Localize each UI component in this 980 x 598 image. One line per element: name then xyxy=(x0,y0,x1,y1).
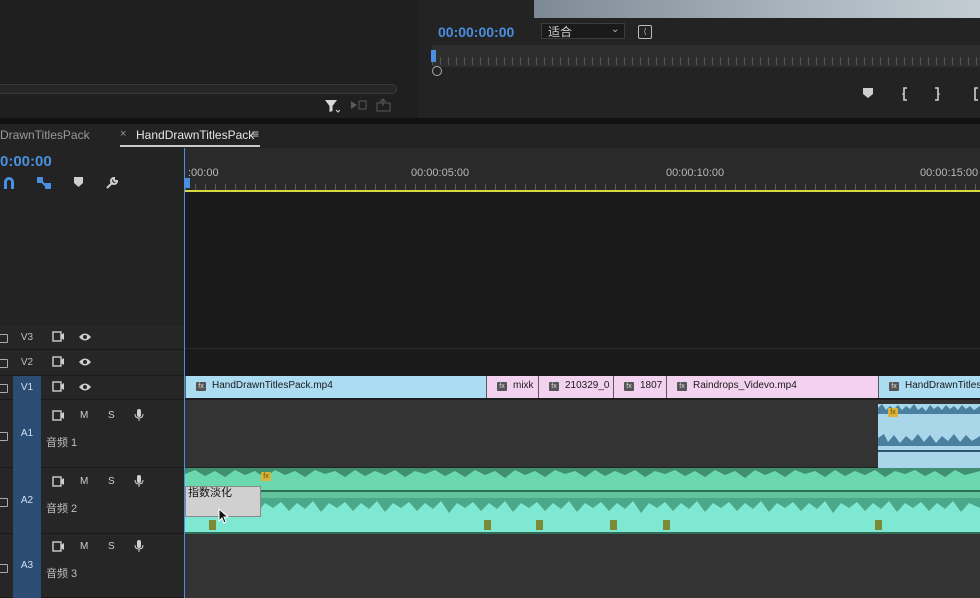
track-header-v1: V1 xyxy=(0,376,184,400)
sync-lock-icon[interactable] xyxy=(52,381,65,395)
solo-button[interactable]: S xyxy=(108,476,115,487)
add-marker-icon[interactable] xyxy=(73,176,84,191)
microphone-icon[interactable] xyxy=(134,408,144,425)
mouse-cursor-icon xyxy=(218,507,230,527)
audio-track-a1-area[interactable] xyxy=(185,400,980,468)
track-name-a2[interactable]: 音频 2 xyxy=(46,500,77,516)
program-timecode[interactable]: 00:00:00:00 xyxy=(438,24,514,40)
track-header-a2: A2 M S 音频 2 xyxy=(0,468,184,534)
mark-in-icon[interactable] xyxy=(900,87,910,104)
playhead-handle[interactable] xyxy=(184,178,190,188)
track-header-v2: V2 xyxy=(0,350,184,376)
active-tab-indicator xyxy=(120,145,260,147)
track-label-a2[interactable]: A2 xyxy=(13,468,41,534)
track-header-v3: V3 xyxy=(0,326,184,350)
program-video-frame xyxy=(534,0,980,18)
track-label-a1[interactable]: A1 xyxy=(13,400,41,468)
lock-icon[interactable] xyxy=(0,432,8,441)
video-clip[interactable]: fx Raindrops_Videvo.mp4 xyxy=(666,376,878,398)
insert-icon[interactable] xyxy=(350,98,368,115)
keyframe-marker[interactable] xyxy=(663,520,670,530)
track-label-v2[interactable]: V2 xyxy=(13,357,41,368)
keyframe-marker[interactable] xyxy=(610,520,617,530)
mute-button[interactable]: M xyxy=(80,476,88,487)
keyframe-marker[interactable] xyxy=(536,520,543,530)
marker-icon[interactable] xyxy=(862,87,874,102)
solo-button[interactable]: S xyxy=(108,410,115,421)
eye-icon[interactable] xyxy=(78,382,92,395)
fx-badge: fx xyxy=(624,381,634,391)
audio-track-a3-area[interactable] xyxy=(185,534,980,598)
video-clip[interactable]: fx HandDrawnTitlesPack.mp4 xyxy=(185,376,486,398)
video-clip[interactable]: fx mixk xyxy=(486,376,538,398)
fx-badge: fx xyxy=(549,381,559,391)
track-name-a1[interactable]: 音频 1 xyxy=(46,434,77,450)
sequence-timecode[interactable]: 0:00:00 xyxy=(0,153,52,170)
fx-badge: fx xyxy=(196,381,206,391)
wrench-icon[interactable] xyxy=(105,176,119,193)
program-ruler-ticks xyxy=(432,57,980,65)
microphone-icon[interactable] xyxy=(134,474,144,491)
sync-lock-icon[interactable] xyxy=(52,356,65,370)
track-label-v3[interactable]: V3 xyxy=(13,332,41,343)
video-clip[interactable]: fx 1807 xyxy=(613,376,666,398)
tab-drawntitlespack[interactable]: DrawnTitlesPack xyxy=(0,128,90,142)
sync-lock-icon[interactable] xyxy=(52,331,65,345)
audio-clip[interactable]: fx xyxy=(878,404,980,468)
tab-handdrawntitlespack[interactable]: HandDrawnTitlesPack xyxy=(136,128,254,142)
track-header-a3: A3 M S 音频 3 xyxy=(0,534,184,598)
linked-selection-icon[interactable] xyxy=(36,176,52,193)
ruler-label: 00:00:15:00 xyxy=(920,167,979,179)
program-playhead[interactable] xyxy=(431,50,436,62)
fx-badge: fx xyxy=(497,381,507,391)
playhead-line[interactable] xyxy=(184,148,185,598)
keyframe-marker[interactable] xyxy=(209,520,216,530)
fx-badge: fx xyxy=(677,381,687,391)
source-scrollbar[interactable] xyxy=(0,84,397,94)
eye-icon[interactable] xyxy=(78,332,92,345)
lock-icon[interactable] xyxy=(0,384,8,393)
mark-out-icon[interactable] xyxy=(932,87,942,104)
track-divider xyxy=(185,348,980,349)
program-zoom-handle[interactable] xyxy=(432,66,442,76)
sync-lock-icon[interactable] xyxy=(52,476,65,490)
track-header-a1: A1 M S 音频 1 xyxy=(0,400,184,468)
track-header-empty xyxy=(0,192,184,326)
export-icon[interactable] xyxy=(376,98,392,115)
audio-clip[interactable]: fx xyxy=(185,468,980,534)
solo-button[interactable]: S xyxy=(108,541,115,552)
lock-icon[interactable] xyxy=(0,334,8,343)
fx-badge: fx xyxy=(889,381,899,391)
lock-icon[interactable] xyxy=(0,564,8,573)
eye-icon[interactable] xyxy=(78,357,92,370)
fx-badge: fx xyxy=(261,472,271,481)
video-clip[interactable]: fx 210329_0 xyxy=(538,376,613,398)
keyframe-marker[interactable] xyxy=(875,520,882,530)
snap-magnet-icon[interactable] xyxy=(2,176,16,193)
microphone-icon[interactable] xyxy=(134,539,144,556)
sync-lock-icon[interactable] xyxy=(52,541,65,555)
fx-badge: fx xyxy=(888,408,898,417)
ruler-label: :00:00 xyxy=(188,167,219,179)
close-icon[interactable]: × xyxy=(120,128,126,140)
filter-icon[interactable] xyxy=(324,98,341,117)
panel-menu-icon[interactable]: ≡ xyxy=(252,127,259,141)
go-to-in-icon[interactable] xyxy=(972,87,980,104)
ruler-label: 00:00:10:00 xyxy=(666,167,725,179)
mute-button[interactable]: M xyxy=(80,541,88,552)
track-label-v1[interactable]: V1 xyxy=(13,376,41,400)
sync-lock-icon[interactable] xyxy=(52,410,65,424)
transition-label: 指数淡化 xyxy=(188,487,232,499)
lock-icon[interactable] xyxy=(0,498,8,507)
ruler-label: 00:00:05:00 xyxy=(411,167,470,179)
mute-button[interactable]: M xyxy=(80,410,88,421)
settings-icon[interactable]: ⟨ xyxy=(638,25,652,39)
track-name-a3[interactable]: 音频 3 xyxy=(46,565,77,581)
video-clip[interactable]: fx HandDrawnTitlesP xyxy=(878,376,980,398)
keyframe-marker[interactable] xyxy=(484,520,491,530)
chevron-down-icon: ⌄ xyxy=(611,24,620,35)
lock-icon[interactable] xyxy=(0,359,8,368)
track-label-a3[interactable]: A3 xyxy=(13,534,41,598)
